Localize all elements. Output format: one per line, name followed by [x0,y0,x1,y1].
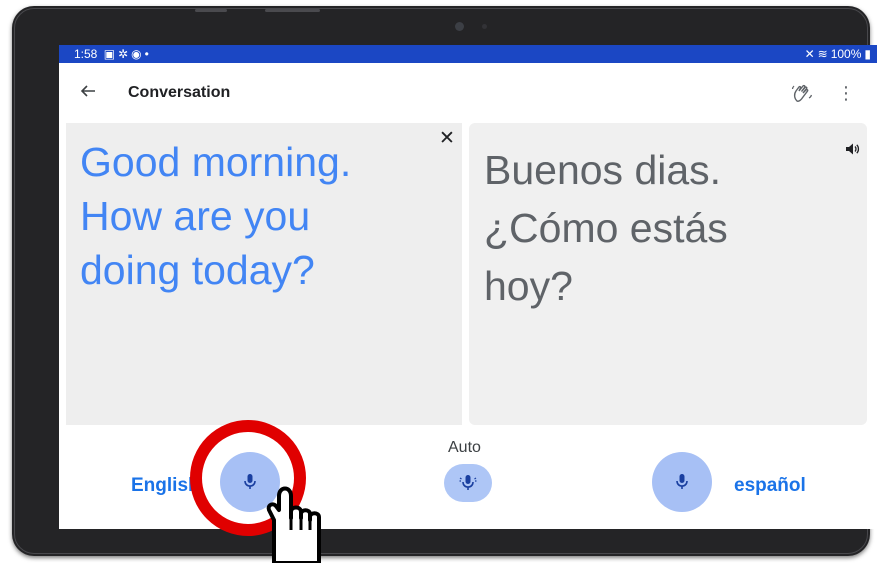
waving-hand-icon[interactable] [791,82,813,104]
light-sensor [482,24,487,29]
language-english-button[interactable]: English [131,475,200,497]
target-panel: Buenos dias. ¿Cómo estás hoy? [469,123,867,425]
arrow-left-icon[interactable] [80,82,100,104]
status-bar-right: ✕ ≋ 100% ▮ [802,45,871,63]
page-title: Conversation [128,84,231,101]
app-bar: Conversation ⋮ [59,63,877,123]
volume-button [195,9,227,12]
target-line: hoy? [484,263,573,309]
source-line: doing today? [80,247,315,293]
volume-icon[interactable] [844,141,860,157]
tablet-frame: 1:58 ▣ ✲ ◉ • ✕ ≋ 100% ▮ Conversation ⋮ Good [12,6,877,556]
target-text: Buenos dias. ¿Cómo estás hoy? [484,141,824,315]
wifi-icon: ≋ [817,47,828,61]
source-text: Good morning. How are you doing today? [80,135,450,297]
source-line: How are you [80,193,311,239]
circle-icon: ◉ [131,47,142,61]
battery-level: 100% [830,47,862,61]
image-icon: ▣ [103,47,116,61]
mic-icon [676,474,688,489]
power-button [265,9,320,12]
gear-icon: ✲ [118,47,129,61]
front-camera [455,22,464,31]
auto-mic-icon [459,475,477,490]
clock: 1:58 [74,47,98,61]
mic-english-button[interactable] [220,452,280,512]
target-line: Buenos dias. [484,147,722,193]
mic-auto-button[interactable] [444,464,492,502]
source-line: Good morning. [80,139,352,185]
status-bar: 1:58 ▣ ✲ ◉ • ✕ ≋ 100% ▮ [59,45,877,63]
battery-icon: ▮ [864,47,871,61]
target-line: ¿Cómo estás [484,205,728,251]
source-panel: Good morning. How are you doing today? ✕ [66,123,462,425]
mic-spanish-button[interactable] [652,452,712,512]
more-vert-icon[interactable]: ⋮ [837,80,855,106]
mic-icon [244,474,256,489]
close-icon[interactable]: ✕ [439,129,455,149]
mute-icon: ✕ [804,47,815,61]
dot-icon: • [144,47,149,61]
bottom-bar: English Auto español [59,425,877,529]
auto-label: Auto [448,439,481,456]
screen: 1:58 ▣ ✲ ◉ • ✕ ≋ 100% ▮ Conversation ⋮ Good [59,45,877,529]
status-bar-left: 1:58 ▣ ✲ ◉ • [74,45,152,63]
language-spanish-button[interactable]: español [734,475,806,497]
